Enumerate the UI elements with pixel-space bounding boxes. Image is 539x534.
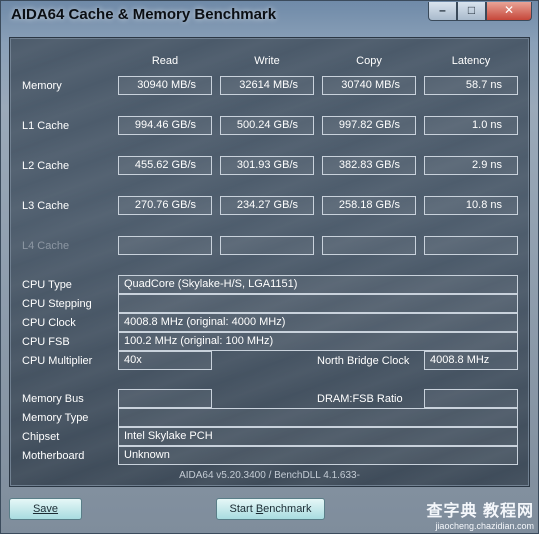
l2-latency-value: 2.9 ns (424, 156, 518, 175)
col-header-latency: Latency (451, 55, 491, 67)
benchmark-window: AIDA64 Cache & Memory Benchmark – □ ✕ Re… (0, 0, 539, 534)
row-label-l4: L4 Cache (22, 240, 70, 252)
memory-type-value (118, 408, 518, 427)
l3-copy-value: 258.18 GB/s (322, 196, 416, 215)
l3-write-value: 234.27 GB/s (220, 196, 314, 215)
memory-bus-label: Memory Bus (22, 393, 84, 405)
dram-fsb-ratio-label: DRAM:FSB Ratio (317, 393, 403, 405)
cpu-multiplier-value: 40x (118, 351, 212, 370)
cpu-stepping-label: CPU Stepping (22, 298, 92, 310)
cpu-multiplier-label: CPU Multiplier (22, 355, 93, 367)
memory-type-label: Memory Type (22, 412, 89, 424)
row-label-l3: L3 Cache (22, 200, 70, 212)
chipset-value: Intel Skylake PCH (118, 427, 518, 446)
l1-latency-value: 1.0 ns (424, 116, 518, 135)
memory-bus-value (118, 389, 212, 408)
l1-read-value: 994.46 GB/s (118, 116, 212, 135)
site-watermark: 查字典 教程网 jiaocheng.chazidian.com (427, 497, 534, 531)
l1-copy-value: 997.82 GB/s (322, 116, 416, 135)
dram-fsb-ratio-value (424, 389, 518, 408)
north-bridge-clock-value: 4008.8 MHz (424, 351, 518, 370)
cpu-fsb-value: 100.2 MHz (original: 100 MHz) (118, 332, 518, 351)
col-header-write: Write (254, 55, 280, 67)
cpu-type-label: CPU Type (22, 279, 72, 291)
row-label-l2: L2 Cache (22, 160, 70, 172)
row-label-memory: Memory (22, 80, 62, 92)
l2-copy-value: 382.83 GB/s (322, 156, 416, 175)
minimize-icon[interactable]: – (428, 2, 457, 21)
col-header-read: Read (151, 55, 179, 67)
col-header-copy: Copy (356, 55, 382, 67)
window-controls: – □ ✕ (428, 2, 532, 21)
row-label-l1: L1 Cache (22, 120, 70, 132)
l3-latency-value: 10.8 ns (424, 196, 518, 215)
save-button[interactable]: Save (9, 498, 82, 520)
l2-read-value: 455.62 GB/s (118, 156, 212, 175)
maximize-icon[interactable]: □ (457, 2, 486, 21)
results-panel: Read Write Copy Latency Memory 30940 MB/… (9, 37, 530, 487)
l4-write-value (220, 236, 314, 255)
cpu-clock-label: CPU Clock (22, 317, 76, 329)
cpu-stepping-value (118, 294, 518, 313)
cpu-fsb-label: CPU FSB (22, 336, 70, 348)
l4-latency-value (424, 236, 518, 255)
version-footer: AIDA64 v5.20.3400 / BenchDLL 4.1.633- (179, 470, 360, 481)
motherboard-label: Motherboard (22, 450, 85, 462)
l2-write-value: 301.93 GB/s (220, 156, 314, 175)
watermark-url: jiaocheng.chazidian.com (435, 521, 534, 531)
window-title: AIDA64 Cache & Memory Benchmark (11, 6, 277, 23)
cpu-clock-value: 4008.8 MHz (original: 4000 MHz) (118, 313, 518, 332)
chipset-label: Chipset (22, 431, 60, 443)
memory-latency-value: 58.7 ns (424, 76, 518, 95)
close-icon[interactable]: ✕ (486, 2, 532, 21)
l3-read-value: 270.76 GB/s (118, 196, 212, 215)
save-button-label: Save (32, 503, 59, 515)
l4-read-value (118, 236, 212, 255)
memory-write-value: 32614 MB/s (220, 76, 314, 95)
title-bar[interactable]: AIDA64 Cache & Memory Benchmark – □ ✕ (1, 1, 538, 29)
cpu-type-value: QuadCore (Skylake-H/S, LGA1151) (118, 275, 518, 294)
l4-copy-value (322, 236, 416, 255)
motherboard-value: Unknown (118, 446, 518, 465)
memory-copy-value: 30740 MB/s (322, 76, 416, 95)
north-bridge-clock-label: North Bridge Clock (317, 355, 410, 367)
watermark-title: 查字典 教程网 (426, 503, 534, 520)
start-benchmark-button[interactable]: Start Benchmark (216, 498, 325, 520)
l1-write-value: 500.24 GB/s (220, 116, 314, 135)
memory-read-value: 30940 MB/s (118, 76, 212, 95)
